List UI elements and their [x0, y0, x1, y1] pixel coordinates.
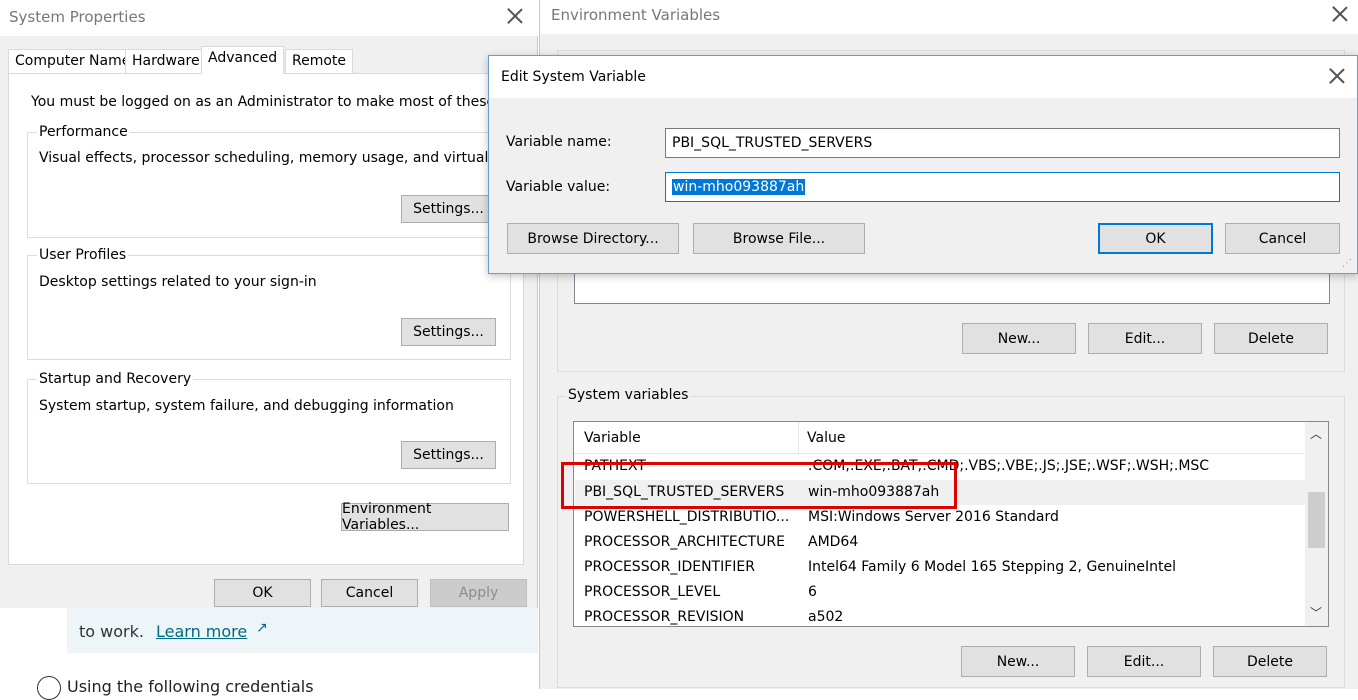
row-name: PROCESSOR_REVISION: [584, 609, 745, 625]
table-row[interactable]: PROCESSOR_ARCHITECTURE AMD64: [575, 530, 1305, 555]
advanced-tab-panel: You must be logged on as an Administrato…: [8, 73, 524, 565]
performance-desc: Visual effects, processor scheduling, me…: [39, 150, 499, 166]
envvars-title: Environment Variables: [551, 6, 721, 24]
sysprops-apply-button: Apply: [430, 579, 527, 607]
tab-advanced[interactable]: Advanced: [201, 46, 285, 74]
row-name: PROCESSOR_IDENTIFIER: [584, 559, 755, 575]
list-header: Variable Value: [574, 422, 1304, 454]
variable-name-value: PBI_SQL_TRUSTED_SERVERS: [672, 135, 873, 151]
row-name: POWERSHELL_DISTRIBUTIO...: [584, 509, 790, 525]
sysprops-cancel-button[interactable]: Cancel: [321, 579, 418, 607]
table-row[interactable]: PROCESSOR_IDENTIFIER Intel64 Family 6 Mo…: [575, 555, 1305, 580]
row-value: a502: [808, 609, 844, 625]
credentials-radio-label: Using the following credentials: [67, 677, 314, 696]
row-value: 6: [808, 584, 817, 600]
variable-value-field[interactable]: win-mho093887ah: [665, 172, 1340, 202]
sysprops-title: System Properties: [9, 8, 146, 26]
edit-dialog-title: Edit System Variable: [501, 69, 646, 85]
edit-cancel-button[interactable]: Cancel: [1225, 223, 1340, 254]
startup-recovery-desc: System startup, system failure, and debu…: [39, 398, 454, 414]
startup-settings-button[interactable]: Settings...: [401, 441, 496, 469]
system-variables-label: System variables: [566, 387, 691, 403]
variable-name-label: Variable name:: [506, 134, 612, 150]
system-edit-button[interactable]: Edit...: [1087, 646, 1201, 677]
edit-dialog-close-icon[interactable]: [1327, 66, 1347, 86]
edit-ok-button[interactable]: OK: [1098, 223, 1213, 254]
edit-system-variable-dialog: Edit System Variable Variable name: PBI_…: [488, 55, 1358, 274]
user-profiles-label: User Profiles: [37, 247, 129, 263]
variable-value-label: Variable value:: [506, 179, 611, 195]
environment-variables-button[interactable]: Environment Variables...: [341, 501, 509, 533]
system-new-button[interactable]: New...: [961, 646, 1075, 677]
user-edit-button[interactable]: Edit...: [1088, 323, 1202, 354]
list-scrollbar[interactable]: ︿ ﹀: [1305, 422, 1328, 626]
scroll-up-icon[interactable]: ︿: [1310, 425, 1322, 442]
system-properties-window: System Properties Computer Name Hardware…: [0, 0, 538, 608]
user-profiles-desc: Desktop settings related to your sign-in: [39, 274, 317, 290]
envvars-close-icon[interactable]: [1330, 4, 1350, 24]
column-divider[interactable]: [798, 422, 799, 454]
browse-file-button[interactable]: Browse File...: [693, 223, 865, 254]
highlight-box: [561, 462, 957, 509]
table-row[interactable]: PROCESSOR_REVISION a502: [575, 605, 1305, 625]
variable-name-field[interactable]: PBI_SQL_TRUSTED_SERVERS: [665, 128, 1340, 158]
user-new-button[interactable]: New...: [962, 323, 1076, 354]
row-value: MSI:Windows Server 2016 Standard: [808, 509, 1059, 525]
learn-more-link[interactable]: Learn more: [156, 622, 247, 641]
performance-label: Performance: [37, 124, 130, 140]
tab-computer-name[interactable]: Computer Name: [8, 49, 138, 73]
external-link-icon: ↗: [256, 620, 268, 636]
scroll-down-icon[interactable]: ﹀: [1310, 604, 1322, 621]
tab-hardware[interactable]: Hardware: [125, 49, 207, 73]
tab-remote[interactable]: Remote: [285, 49, 354, 73]
admin-note: You must be logged on as an Administrato…: [31, 94, 501, 110]
credentials-radio[interactable]: [37, 676, 61, 700]
background-text: to work.: [79, 622, 144, 641]
row-value: Intel64 Family 6 Model 165 Stepping 2, G…: [808, 559, 1177, 575]
sysprops-close-icon[interactable]: [505, 6, 525, 26]
column-header-variable[interactable]: Variable: [584, 430, 641, 446]
row-name: PROCESSOR_LEVEL: [584, 584, 721, 600]
column-header-value[interactable]: Value: [807, 430, 845, 446]
performance-settings-button[interactable]: Settings...: [401, 195, 496, 223]
system-delete-button[interactable]: Delete: [1213, 646, 1327, 677]
user-profiles-settings-button[interactable]: Settings...: [401, 318, 496, 346]
table-row[interactable]: PROCESSOR_LEVEL 6: [575, 580, 1305, 605]
sysprops-ok-button[interactable]: OK: [214, 579, 311, 607]
row-value: AMD64: [808, 534, 859, 550]
user-delete-button[interactable]: Delete: [1214, 323, 1328, 354]
scroll-thumb[interactable]: [1308, 492, 1325, 548]
row-name: PROCESSOR_ARCHITECTURE: [584, 534, 785, 550]
variable-value-text: win-mho093887ah: [672, 179, 806, 195]
browse-directory-button[interactable]: Browse Directory...: [507, 223, 679, 254]
startup-recovery-label: Startup and Recovery: [37, 371, 194, 387]
resize-grip-icon[interactable]: ⋰: [1342, 258, 1352, 269]
